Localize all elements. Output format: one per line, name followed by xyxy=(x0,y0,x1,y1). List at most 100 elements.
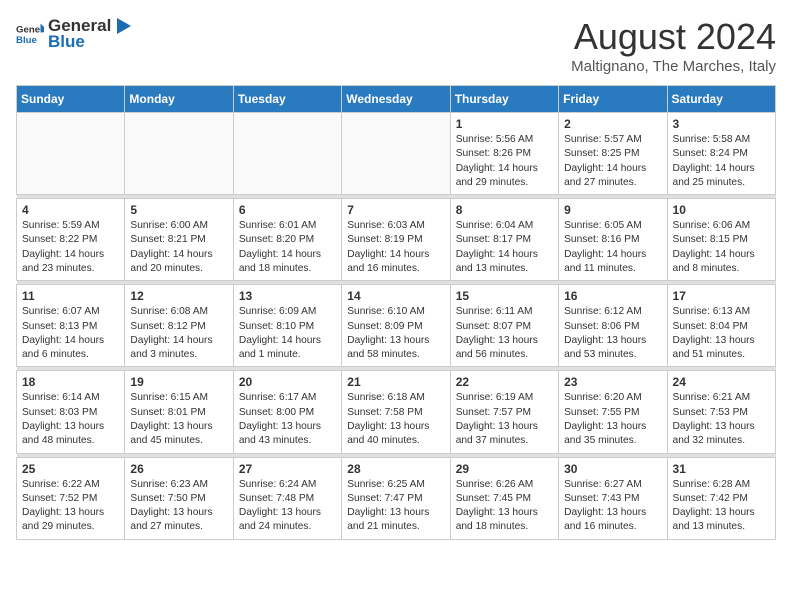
day-info: Sunrise: 6:24 AM Sunset: 7:48 PM Dayligh… xyxy=(239,478,336,535)
day-info: Sunrise: 6:14 AM Sunset: 8:03 PM Dayligh… xyxy=(22,391,119,448)
day-info: Sunrise: 5:58 AM Sunset: 8:24 PM Dayligh… xyxy=(673,133,770,190)
day-number: 8 xyxy=(456,203,553,217)
day-info: Sunrise: 6:28 AM Sunset: 7:42 PM Dayligh… xyxy=(673,478,770,535)
day-number: 20 xyxy=(239,375,336,389)
day-number: 26 xyxy=(130,462,227,476)
day-number: 30 xyxy=(564,462,661,476)
calendar-cell: 4Sunrise: 5:59 AM Sunset: 8:22 PM Daylig… xyxy=(17,199,125,281)
day-number: 14 xyxy=(347,289,444,303)
calendar-cell: 14 Sunrise: 6:10 AM Sunset: 8:09 PM Dayli… xyxy=(342,285,450,367)
day-number: 25 xyxy=(22,462,119,476)
calendar-cell: 28Sunrise: 6:25 AM Sunset: 7:47 PM Dayli… xyxy=(342,457,450,539)
day-number: 22 xyxy=(456,375,553,389)
day-info: Sunrise: 6:10 AM Sunset: 8:09 PM Dayligh… xyxy=(347,305,444,362)
day-info: Sunrise: 6:18 AM Sunset: 7:58 PM Dayligh… xyxy=(347,391,444,448)
day-number: 23 xyxy=(564,375,661,389)
day-info: Sunrise: 6:11 AM Sunset: 8:07 PM Dayligh… xyxy=(456,305,553,362)
calendar-table: SundayMondayTuesdayWednesdayThursdayFrid… xyxy=(16,85,776,540)
calendar-cell: 13Sunrise: 6:09 AM Sunset: 8:10 PM Dayli… xyxy=(233,285,341,367)
location-subtitle: Maltignano, The Marches, Italy xyxy=(571,58,776,75)
day-number: 12 xyxy=(130,289,227,303)
svg-text:Blue: Blue xyxy=(16,35,37,46)
day-number: 18 xyxy=(22,375,119,389)
calendar-cell: 1 Sunrise: 5:56 AM Sunset: 8:26 PM Daylig… xyxy=(450,113,558,195)
day-info: Sunrise: 6:06 AM Sunset: 8:15 PM Dayligh… xyxy=(673,219,770,276)
day-info: Sunrise: 6:00 AM Sunset: 8:21 PM Dayligh… xyxy=(130,219,227,276)
calendar-cell: 9Sunrise: 6:05 AM Sunset: 8:16 PM Daylig… xyxy=(559,199,667,281)
day-number: 31 xyxy=(673,462,770,476)
calendar-cell: 8 Sunrise: 6:04 AM Sunset: 8:17 PM Daylig… xyxy=(450,199,558,281)
day-info: Sunrise: 6:22 AM Sunset: 7:52 PM Dayligh… xyxy=(22,478,119,535)
calendar-week-1: 1 Sunrise: 5:56 AM Sunset: 8:26 PM Daylig… xyxy=(17,113,776,195)
calendar-cell: 11 Sunrise: 6:07 AM Sunset: 8:13 PM Dayli… xyxy=(17,285,125,367)
month-year-title: August 2024 xyxy=(571,16,776,58)
calendar-cell: 31 Sunrise: 6:28 AM Sunset: 7:42 PM Dayli… xyxy=(667,457,775,539)
calendar-week-4: 18 Sunrise: 6:14 AM Sunset: 8:03 PM Dayli… xyxy=(17,371,776,453)
day-number: 4 xyxy=(22,203,119,217)
day-info: Sunrise: 6:17 AM Sunset: 8:00 PM Dayligh… xyxy=(239,391,336,448)
calendar-cell: 10Sunrise: 6:06 AM Sunset: 8:15 PM Dayli… xyxy=(667,199,775,281)
day-info: Sunrise: 6:04 AM Sunset: 8:17 PM Dayligh… xyxy=(456,219,553,276)
calendar-cell xyxy=(125,113,233,195)
day-number: 24 xyxy=(673,375,770,389)
day-info: Sunrise: 6:12 AM Sunset: 8:06 PM Dayligh… xyxy=(564,305,661,362)
day-info: Sunrise: 6:13 AM Sunset: 8:04 PM Dayligh… xyxy=(673,305,770,362)
day-number: 17 xyxy=(673,289,770,303)
weekday-header-monday: Monday xyxy=(125,86,233,113)
day-number: 7 xyxy=(347,203,444,217)
calendar-cell: 17 Sunrise: 6:13 AM Sunset: 8:04 PM Dayli… xyxy=(667,285,775,367)
calendar-cell: 19 Sunrise: 6:15 AM Sunset: 8:01 PM Dayli… xyxy=(125,371,233,453)
day-info: Sunrise: 5:56 AM Sunset: 8:26 PM Dayligh… xyxy=(456,133,553,190)
calendar-cell xyxy=(17,113,125,195)
header: General Blue General Blue August 2024 Ma… xyxy=(16,16,776,75)
weekday-header-tuesday: Tuesday xyxy=(233,86,341,113)
day-number: 15 xyxy=(456,289,553,303)
day-number: 3 xyxy=(673,117,770,131)
day-info: Sunrise: 6:23 AM Sunset: 7:50 PM Dayligh… xyxy=(130,478,227,535)
day-info: Sunrise: 5:57 AM Sunset: 8:25 PM Dayligh… xyxy=(564,133,661,190)
calendar-cell: 12Sunrise: 6:08 AM Sunset: 8:12 PM Dayli… xyxy=(125,285,233,367)
day-info: Sunrise: 6:27 AM Sunset: 7:43 PM Dayligh… xyxy=(564,478,661,535)
calendar-cell: 22 Sunrise: 6:19 AM Sunset: 7:57 PM Dayli… xyxy=(450,371,558,453)
day-number: 6 xyxy=(239,203,336,217)
day-number: 5 xyxy=(130,203,227,217)
calendar-cell: 6Sunrise: 6:01 AM Sunset: 8:20 PM Daylig… xyxy=(233,199,341,281)
logo: General Blue General Blue xyxy=(16,16,131,52)
logo-icon: General Blue xyxy=(16,20,44,48)
day-number: 21 xyxy=(347,375,444,389)
weekday-header-wednesday: Wednesday xyxy=(342,86,450,113)
day-info: Sunrise: 6:19 AM Sunset: 7:57 PM Dayligh… xyxy=(456,391,553,448)
day-info: Sunrise: 6:07 AM Sunset: 8:13 PM Dayligh… xyxy=(22,305,119,362)
weekday-header-saturday: Saturday xyxy=(667,86,775,113)
calendar-cell xyxy=(233,113,341,195)
day-number: 19 xyxy=(130,375,227,389)
day-info: Sunrise: 6:20 AM Sunset: 7:55 PM Dayligh… xyxy=(564,391,661,448)
svg-text:General: General xyxy=(16,24,44,35)
calendar-cell xyxy=(342,113,450,195)
calendar-cell: 3 Sunrise: 5:58 AM Sunset: 8:24 PM Daylig… xyxy=(667,113,775,195)
calendar-week-2: 4Sunrise: 5:59 AM Sunset: 8:22 PM Daylig… xyxy=(17,199,776,281)
weekday-header-friday: Friday xyxy=(559,86,667,113)
calendar-cell: 5 Sunrise: 6:00 AM Sunset: 8:21 PM Daylig… xyxy=(125,199,233,281)
day-info: Sunrise: 6:09 AM Sunset: 8:10 PM Dayligh… xyxy=(239,305,336,362)
calendar-cell: 25 Sunrise: 6:22 AM Sunset: 7:52 PM Dayli… xyxy=(17,457,125,539)
calendar-week-5: 25 Sunrise: 6:22 AM Sunset: 7:52 PM Dayli… xyxy=(17,457,776,539)
title-area: August 2024 Maltignano, The Marches, Ita… xyxy=(571,16,776,75)
calendar-cell: 26 Sunrise: 6:23 AM Sunset: 7:50 PM Dayli… xyxy=(125,457,233,539)
day-info: Sunrise: 6:26 AM Sunset: 7:45 PM Dayligh… xyxy=(456,478,553,535)
weekday-header-thursday: Thursday xyxy=(450,86,558,113)
day-number: 9 xyxy=(564,203,661,217)
calendar-cell: 16 Sunrise: 6:12 AM Sunset: 8:06 PM Dayli… xyxy=(559,285,667,367)
calendar-cell: 24 Sunrise: 6:21 AM Sunset: 7:53 PM Dayli… xyxy=(667,371,775,453)
calendar-cell: 21 Sunrise: 6:18 AM Sunset: 7:58 PM Dayli… xyxy=(342,371,450,453)
day-number: 16 xyxy=(564,289,661,303)
calendar-cell: 7 Sunrise: 6:03 AM Sunset: 8:19 PM Daylig… xyxy=(342,199,450,281)
calendar-cell: 20 Sunrise: 6:17 AM Sunset: 8:00 PM Dayli… xyxy=(233,371,341,453)
calendar-week-3: 11 Sunrise: 6:07 AM Sunset: 8:13 PM Dayli… xyxy=(17,285,776,367)
calendar-cell: 27Sunrise: 6:24 AM Sunset: 7:48 PM Dayli… xyxy=(233,457,341,539)
day-number: 11 xyxy=(22,289,119,303)
day-info: Sunrise: 6:15 AM Sunset: 8:01 PM Dayligh… xyxy=(130,391,227,448)
day-info: Sunrise: 6:03 AM Sunset: 8:19 PM Dayligh… xyxy=(347,219,444,276)
day-info: Sunrise: 6:21 AM Sunset: 7:53 PM Dayligh… xyxy=(673,391,770,448)
day-number: 1 xyxy=(456,117,553,131)
